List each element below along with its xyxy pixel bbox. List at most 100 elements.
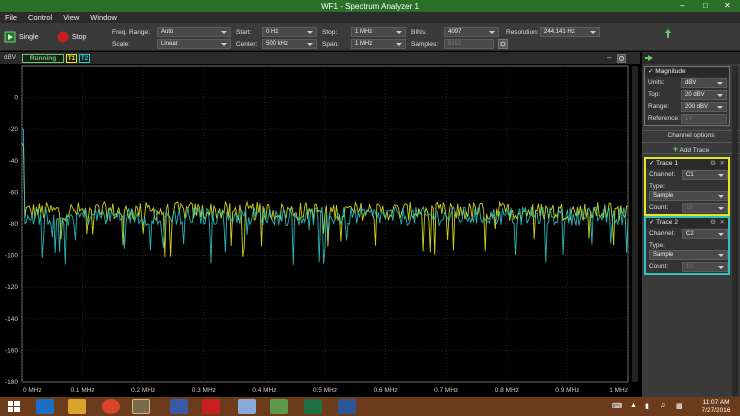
trace2-section: ✓ Trace 2 ⚙ ✕ Channel: C2 Type: Sample Co… [644,216,730,275]
y-tick-label: -160 [5,347,18,354]
stop-button[interactable]: Stop [57,31,86,43]
samples-label: Samples: [411,41,439,48]
units-select[interactable]: dBV [681,78,727,88]
x-tick-label: 0.1 MHz [70,387,94,394]
x-tick-label: 0 MHz [23,387,42,394]
trace1-title: Trace 1 [656,160,678,167]
menu-file[interactable]: File [5,13,17,22]
excel-icon[interactable] [304,399,322,414]
single-button[interactable]: Single [4,31,38,43]
trace2-channel-select[interactable]: C2 [682,229,728,239]
trace2-title: Trace 2 [656,219,678,226]
panel-arrow-icon[interactable] [645,55,653,61]
reference-label: Reference: [648,115,680,122]
y-tick-label: -60 [9,189,19,196]
trace2-type-label: Type: [649,242,665,249]
notepad-icon[interactable] [238,399,256,414]
trace2-badge[interactable]: T2 [79,54,90,63]
stop-icon [57,31,69,43]
trace2-check-icon[interactable]: ✓ [649,219,654,226]
title-bar: WF1 - Spectrum Analyzer 1 – □ ✕ [0,0,740,12]
tray-expand-icon[interactable]: ▲ [630,402,637,409]
chrome-icon[interactable] [102,399,120,414]
trace2-settings-icon[interactable]: ⚙ [710,218,716,228]
maximize-icon[interactable]: □ [703,1,708,10]
channel-options-button[interactable]: Channel options [642,130,740,140]
span-input[interactable]: 1 MHz [351,39,406,49]
freq-range-select[interactable]: Auto [157,27,231,37]
x-tick-label: 0.3 MHz [192,387,216,394]
x-tick-label: 0.9 MHz [555,387,579,394]
trace1-count-input[interactable]: 10 [682,203,728,213]
trace1-count-label: Count: [649,204,669,211]
samples-input[interactable]: 8192 [444,39,494,49]
samples-lock-icon[interactable] [498,39,508,49]
keyboard-icon[interactable]: ⌨ [612,402,622,410]
panel-scrollbar[interactable] [732,66,738,396]
x-tick-label: 0.6 MHz [373,387,397,394]
plot-scrollbar [632,66,638,382]
paint-icon[interactable] [270,399,288,414]
close-icon[interactable]: ✕ [724,1,731,10]
scale-label: Scale: [112,41,131,48]
trace1-type-label: Type: [649,183,665,190]
pin-icon[interactable] [664,29,672,39]
add-trace-button[interactable]: + Add Trace [642,142,740,154]
plot-settings-icon[interactable] [617,54,626,63]
reference-input[interactable]: 1V [681,114,727,124]
stop-field-label: Stop: [322,29,338,36]
trace1-close-icon[interactable]: ✕ [720,159,725,169]
top-label: Top: [648,91,661,98]
trace2-count-input[interactable]: 10 [682,262,728,272]
trace2-channel-label: Channel: [649,230,676,237]
collapse-icon[interactable]: – [607,53,611,62]
trace2-close-icon[interactable]: ✕ [720,218,725,228]
spectrum-chart: 0 MHz 0.1 MHz 0.2 MHz 0.3 MHz 0.4 MHz 0.5 MHz… [5,65,638,394]
single-icon [4,31,16,43]
minimize-icon[interactable]: – [680,1,684,10]
menu-window[interactable]: Window [90,13,117,22]
toolbar: Single Stop Freq. Range: Auto Scale: Lin… [0,23,740,51]
magnitude-check-icon[interactable]: ✓ [648,68,653,75]
plot-status-row: dBV Running T1 T2 – [0,52,640,64]
spectrum-plot[interactable]: 0 MHz 0.1 MHz 0.2 MHz 0.3 MHz 0.4 MHz 0.5 MHz… [0,64,640,397]
stop-input[interactable]: 1 MHz [351,27,406,37]
x-tick-label: 0.8 MHz [495,387,519,394]
y-tick-label: -40 [9,158,19,165]
clock[interactable]: 11:07 AM 7/27/2016 [696,399,736,414]
top-input[interactable]: 20 dBV [681,90,727,100]
menu-view[interactable]: View [63,13,79,22]
trace1-settings-icon[interactable]: ⚙ [710,159,716,169]
trace1-badge[interactable]: T1 [66,54,77,63]
resolution-input[interactable]: 244.141 Hz [540,27,600,37]
filezilla-icon[interactable] [202,399,220,414]
center-input[interactable]: 500 kHz [262,39,317,49]
menu-control[interactable]: Control [28,13,52,22]
file-explorer-icon[interactable] [68,399,86,414]
bins-input[interactable]: 4097 [444,27,499,37]
x-tick-label: 1 MHz [609,387,628,394]
running-status-badge: Running [22,54,64,63]
x-tick-label: 0.2 MHz [131,387,155,394]
language-icon[interactable]: ▩ [676,402,683,410]
trace1-channel-select[interactable]: C1 [682,170,728,180]
internet-explorer-icon[interactable] [36,399,54,414]
trace1-type-select[interactable]: Sample [649,191,728,201]
network-icon[interactable]: ▮ [645,402,649,410]
range-input[interactable]: 200 dBV [681,102,727,112]
x-tick-label: 0.5 MHz [313,387,337,394]
word-icon[interactable] [338,399,356,414]
taskbar: ⌨ ▲ ▮ ♫ ▩ 11:07 AM 7/27/2016 [0,397,740,416]
trace1-check-icon[interactable]: ✓ [649,160,654,167]
trace2-type-select[interactable]: Sample [649,250,728,260]
y-tick-label: -80 [9,221,19,228]
start-input[interactable]: 0 Hz [262,27,317,37]
span-label: Span: [322,41,339,48]
y-tick-label: 0 [14,95,18,102]
waveforms-icon[interactable] [132,399,150,414]
app-icon-5[interactable] [170,399,188,414]
windows-icon [8,401,20,412]
volume-icon[interactable]: ♫ [660,402,665,409]
start-button[interactable] [6,399,24,414]
scale-select[interactable]: Linear [157,39,231,49]
